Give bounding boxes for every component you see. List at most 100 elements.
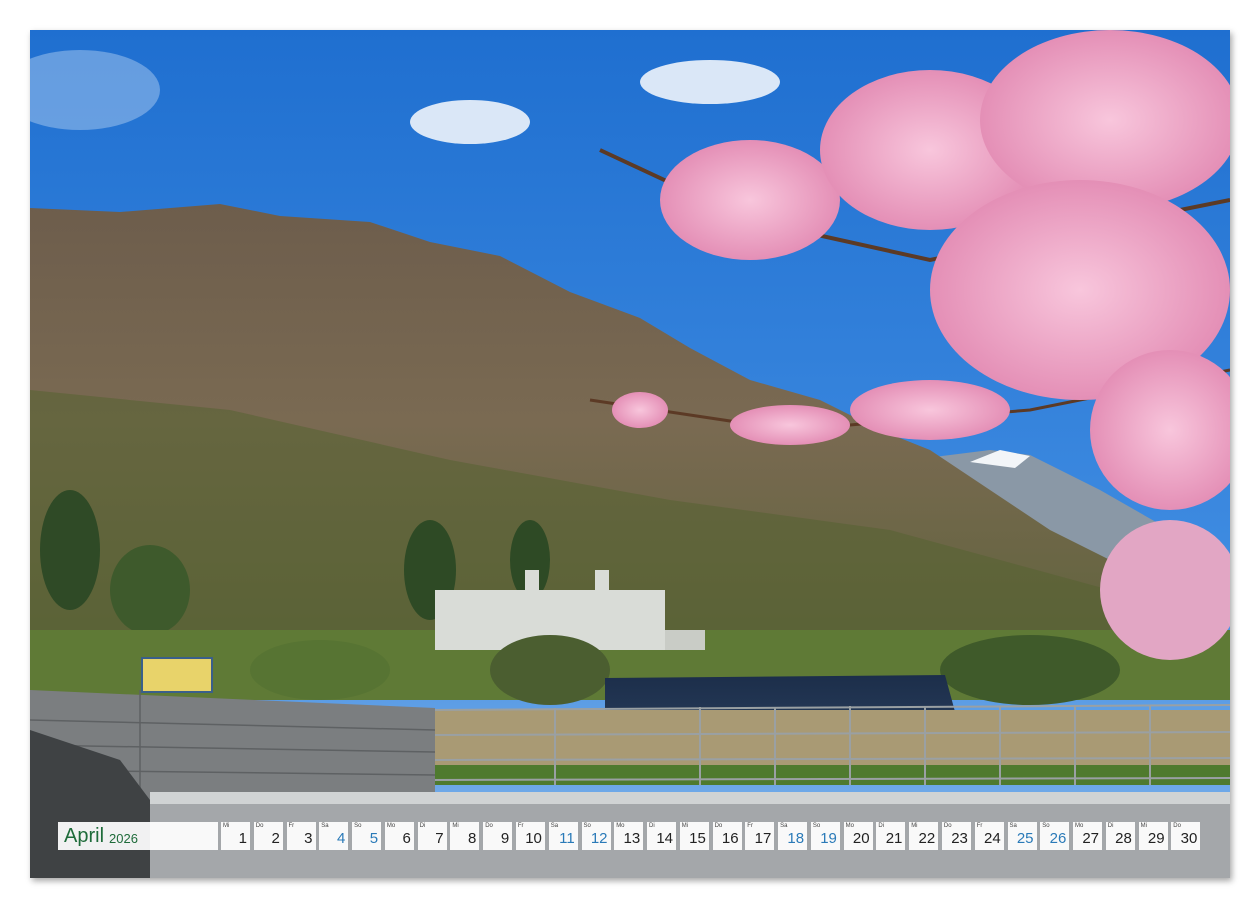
- day-cell: Do 30: [1171, 822, 1201, 850]
- day-cell: So 26: [1040, 822, 1070, 850]
- day-number: 11: [559, 830, 575, 847]
- shrub: [250, 640, 390, 700]
- day-cell: So 19: [810, 822, 840, 850]
- day-number: 22: [918, 830, 936, 847]
- weekday-abbrev: Do: [485, 823, 493, 829]
- reed-bank: [430, 710, 1230, 770]
- day-number: 17: [754, 830, 772, 847]
- info-sign: [141, 657, 213, 693]
- landscape-photo: [30, 30, 1230, 878]
- day-cell: Mi 22: [909, 822, 939, 850]
- curb: [150, 792, 1230, 804]
- weekday-abbrev: Sa: [1009, 823, 1017, 829]
- weekday-abbrev: Mo: [616, 823, 625, 829]
- day-cell: Do 16: [712, 822, 742, 850]
- calendar-page: April 2026 Mi 1 Do 2 Fr 3 Sa 4 So 5 Mo 6 Di 7 Mi 8 Do 9 Fr…: [30, 30, 1230, 878]
- day-cell: So 5: [352, 822, 382, 850]
- weekday-abbrev: Fr: [747, 823, 753, 829]
- weekday-abbrev: Mo: [845, 823, 854, 829]
- weekday-abbrev: Do: [943, 823, 952, 829]
- day-number: 6: [402, 830, 411, 847]
- day-number: 12: [590, 830, 608, 847]
- weekday-abbrev: Mi: [1140, 823, 1147, 829]
- day-cell: Sa 25: [1007, 822, 1037, 850]
- weekday-abbrev: So: [354, 823, 362, 829]
- day-cell: Mi 29: [1138, 822, 1168, 850]
- weekday-abbrev: Mi: [223, 823, 230, 829]
- day-number: 19: [820, 830, 837, 847]
- day-number: 2: [271, 830, 280, 847]
- day-cell: Mi 8: [450, 822, 480, 850]
- month-label-cell: April 2026: [58, 822, 218, 850]
- day-number: 10: [525, 830, 542, 847]
- weekday-abbrev: So: [812, 823, 821, 829]
- day-number: 16: [721, 830, 739, 847]
- grass-strip: [430, 765, 1230, 785]
- day-number: 18: [787, 830, 805, 847]
- weekday-abbrev: Do: [255, 823, 264, 829]
- day-cell: Mi 15: [679, 822, 709, 850]
- day-cell: Mo 6: [384, 822, 414, 850]
- cloud: [410, 100, 530, 144]
- day-number: 8: [468, 830, 477, 847]
- day-number: 30: [1180, 830, 1198, 847]
- day-cell: Fr 10: [515, 822, 545, 850]
- day-number: 9: [500, 830, 510, 847]
- day-number: 26: [1049, 830, 1067, 847]
- weekday-abbrev: So: [1042, 823, 1050, 829]
- day-cell: Di 28: [1105, 822, 1135, 850]
- day-number: 27: [1082, 830, 1099, 847]
- weekday-abbrev: Mo: [386, 823, 396, 829]
- day-cell: Mo 20: [843, 822, 873, 850]
- day-number: 25: [1016, 830, 1034, 847]
- weekday-abbrev: Sa: [550, 823, 559, 829]
- day-cell: Di 14: [647, 822, 676, 850]
- day-cell: So 12: [581, 822, 611, 850]
- weekday-abbrev: Fr: [517, 823, 524, 829]
- day-number: 21: [885, 830, 903, 847]
- day-cell: Di 7: [417, 822, 447, 850]
- day-number: 24: [984, 830, 1001, 847]
- month-name: April: [64, 824, 105, 847]
- weekday-abbrev: Di: [878, 823, 885, 829]
- weekday-abbrev: Di: [419, 823, 426, 829]
- weekday-abbrev: So: [583, 823, 591, 829]
- day-cell: Fr 24: [974, 822, 1004, 850]
- day-cell: Sa 18: [778, 822, 808, 850]
- day-number: 7: [435, 830, 444, 847]
- shrub: [940, 635, 1120, 705]
- day-number: 14: [656, 830, 673, 847]
- day-number: 13: [623, 830, 641, 847]
- weekday-abbrev: Sa: [321, 823, 329, 829]
- day-cell: Do 9: [483, 822, 513, 850]
- weekday-abbrev: Mi: [911, 823, 918, 829]
- day-cell: Mo 13: [614, 822, 644, 850]
- weekday-abbrev: Di: [1107, 823, 1114, 829]
- weekday-abbrev: Fr: [288, 823, 295, 829]
- day-cell: Di 21: [876, 822, 906, 850]
- weekday-abbrev: Mo: [1075, 823, 1084, 829]
- weekday-abbrev: Di: [649, 823, 655, 829]
- day-number: 29: [1147, 830, 1165, 847]
- shrub: [490, 635, 610, 705]
- weekday-abbrev: Do: [714, 823, 723, 829]
- day-number: 1: [238, 830, 247, 847]
- day-cell: Do 2: [253, 822, 283, 850]
- day-number: 5: [369, 830, 379, 847]
- weekday-abbrev: Sa: [780, 823, 788, 829]
- cloud: [640, 60, 780, 104]
- day-cell: Sa 11: [548, 822, 578, 850]
- day-cell: Mi 1: [221, 822, 250, 850]
- day-cell: Fr 3: [286, 822, 316, 850]
- day-cell: Mo 27: [1073, 822, 1102, 850]
- weekday-abbrev: Do: [1173, 823, 1181, 829]
- day-cell: Fr 17: [745, 822, 775, 850]
- day-cell: Sa 4: [319, 822, 349, 850]
- tree: [40, 490, 100, 610]
- day-number: 23: [951, 830, 968, 847]
- day-number: 28: [1115, 830, 1132, 847]
- weekday-abbrev: Mi: [452, 823, 459, 829]
- weekday-abbrev: Mi: [681, 823, 689, 829]
- tree: [110, 545, 190, 635]
- day-number: 15: [689, 830, 706, 847]
